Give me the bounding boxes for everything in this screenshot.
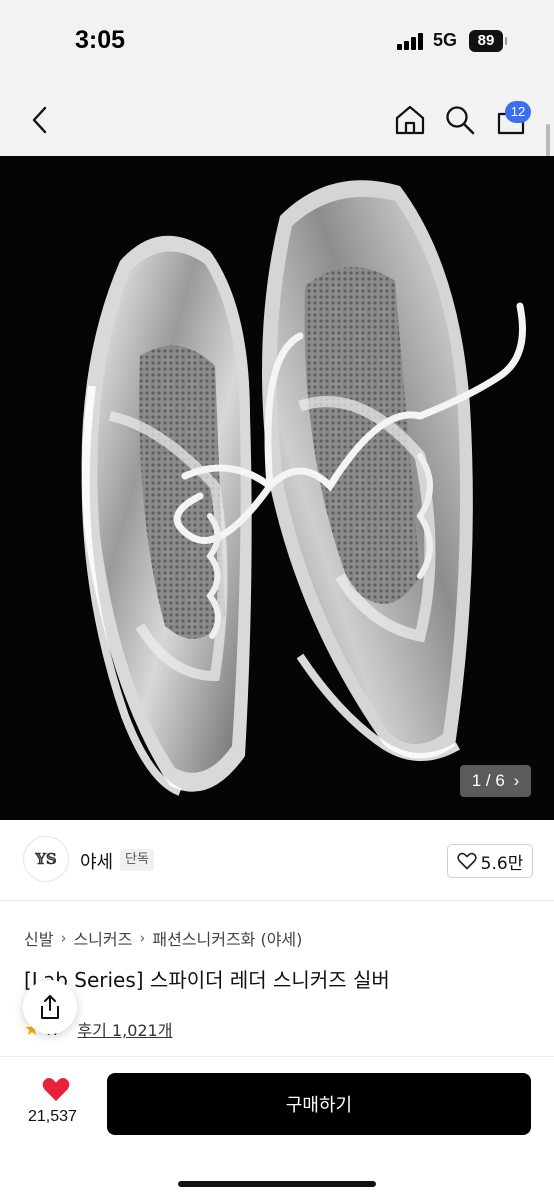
search-icon [446,106,475,135]
status-bar: 3:05 5G 89 [0,0,554,82]
cart-count-badge: 12 [505,101,531,123]
brand-logo[interactable]: 𝕐𝕊 [23,836,69,882]
battery-nub [505,37,507,45]
home-icon [395,105,425,135]
buy-button[interactable]: 구매하기 [107,1073,531,1135]
breadcrumb: 신발 › 스니커즈 › 패션스니커즈화 (야세) [24,926,302,950]
exclusive-badge: 단독 [120,849,154,871]
sneakers-illustration [81,180,526,796]
scrollbar[interactable] [546,124,550,160]
wishlist-button[interactable] [41,1076,71,1107]
reviews-link[interactable]: 후기 1,021개 [77,1017,172,1041]
product-image[interactable] [0,156,554,820]
chevron-right-icon: › [60,929,67,947]
top-navigation [0,82,554,156]
brand-like-button[interactable]: 5.6만 [447,844,533,878]
back-button[interactable] [18,98,62,142]
brand-name[interactable]: 야세 [80,848,113,874]
share-icon [41,995,59,1019]
heart-filled-icon [42,1077,70,1101]
home-button[interactable] [388,98,432,142]
battery-icon: 89 [469,30,503,52]
search-button[interactable] [438,98,482,142]
chevron-right-icon: › [139,929,146,947]
wishlist-count: 21,537 [28,1108,77,1125]
chevron-right-icon: › [513,771,520,790]
status-time: 3:05 [75,26,126,54]
breadcrumb-item[interactable]: 스니커즈 [73,926,132,950]
product-title: [Lab Series] 스파이더 레더 스니커즈 실버 [24,968,390,992]
home-indicator[interactable] [178,1181,376,1187]
breadcrumb-item[interactable]: 신발 [24,926,53,950]
share-button[interactable] [23,980,77,1034]
brand-like-count: 5.6만 [480,853,524,874]
breadcrumb-item[interactable]: 패션스니커즈화 (야세) [152,926,302,950]
chevron-left-icon [32,106,47,134]
buy-button-label: 구매하기 [285,1095,353,1116]
signal-icon [397,33,426,50]
heart-outline-icon [456,852,477,870]
gallery-counter-text: 1 / 6 [471,771,505,790]
network-type: 5G [433,30,458,50]
gallery-counter[interactable]: 1 / 6 › [460,765,531,797]
